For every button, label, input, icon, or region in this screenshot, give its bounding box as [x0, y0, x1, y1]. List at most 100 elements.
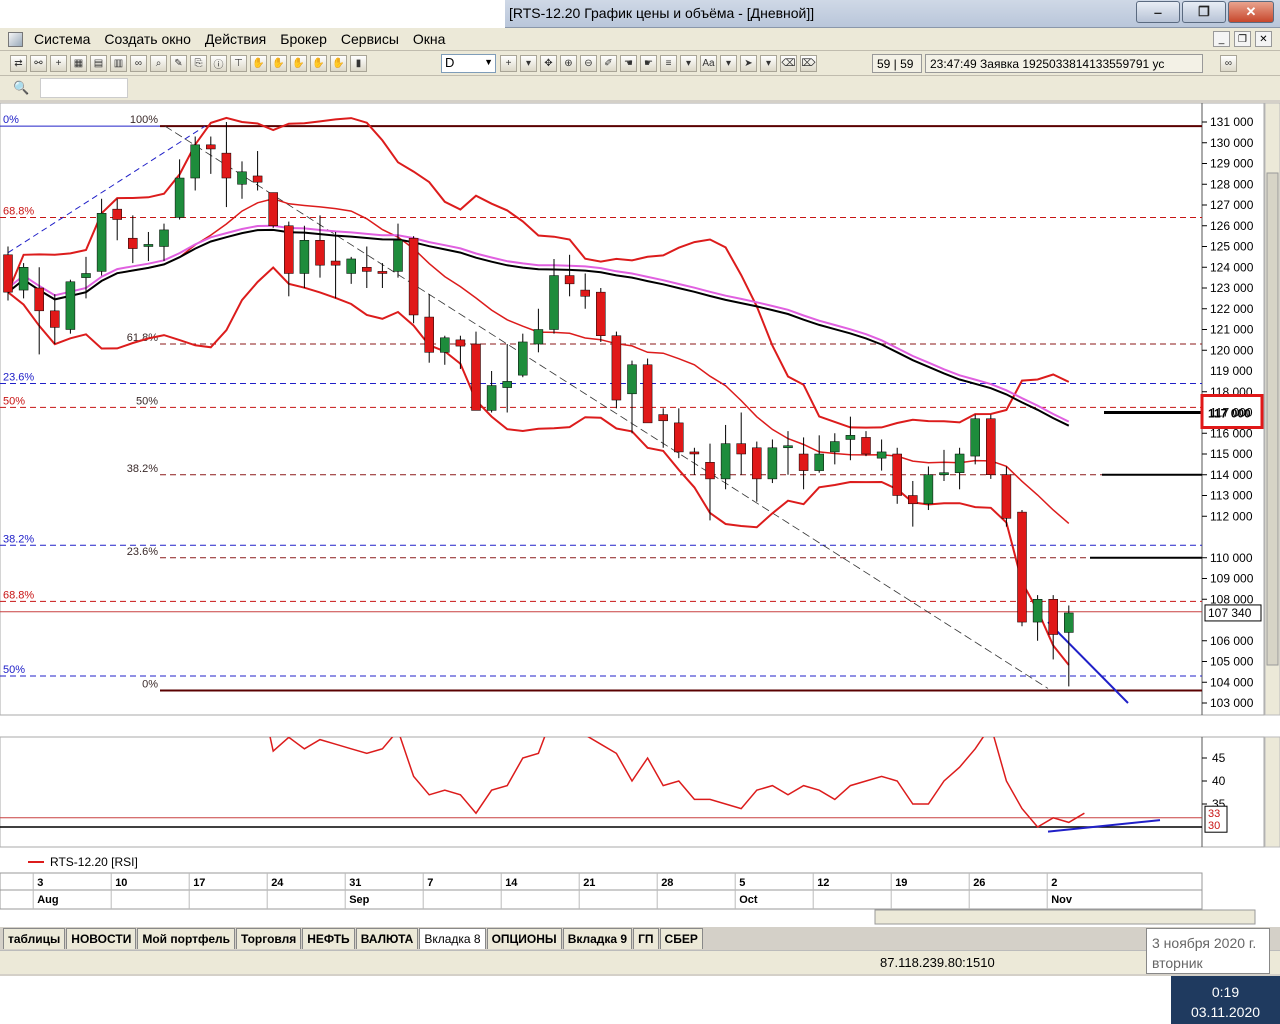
tab-trading[interactable]: Торговля [236, 928, 302, 949]
mdi-controls: _ ❐ ✕ [1213, 31, 1272, 47]
chart-window[interactable]: 131 000 130 000 129 000 128 000 127 000 126 0… [0, 102, 1280, 927]
text-icon[interactable]: Aa [700, 55, 717, 72]
tab-gp[interactable]: ГП [633, 928, 659, 949]
maximize-button[interactable]: ❐ [1182, 1, 1226, 23]
pencil-icon[interactable]: ✐ [600, 55, 617, 72]
tab-9[interactable]: Вкладка 9 [562, 928, 633, 949]
tab-currency[interactable]: ВАЛЮТА [355, 928, 419, 949]
tab-tables[interactable]: таблицы [3, 928, 66, 949]
tab-bar: таблицы НОВОСТИ Мой портфель Торговля НЕ… [0, 928, 1280, 950]
period-select[interactable]: D [441, 54, 496, 73]
taskbar-clock[interactable]: 0:19 03.11.2020 [1171, 976, 1280, 1024]
candle-body [471, 343, 481, 411]
hand5-icon[interactable]: ✋ [330, 55, 347, 72]
quotes-icon[interactable]: ▥ [110, 55, 127, 72]
binoculars-icon[interactable]: ∞ [130, 55, 147, 72]
fib-mid-label: 23.6% [127, 546, 158, 558]
tab-news[interactable]: НОВОСТИ [66, 928, 137, 949]
candle-body [315, 240, 325, 266]
text-dropdown-icon[interactable]: ▾ [720, 55, 737, 72]
chart-type-icon[interactable]: ▮ [350, 55, 367, 72]
chart-svg[interactable]: 131 000 130 000 129 000 128 000 127 000 126 0… [0, 102, 1280, 927]
candle-body [96, 213, 107, 272]
candle-body [892, 453, 902, 496]
tooltip-weekday: вторник [1152, 955, 1203, 971]
arrow-marker-icon[interactable]: ➤ [740, 55, 757, 72]
info-icon[interactable]: ⓘ [210, 55, 227, 72]
arrows-icon[interactable]: ⇄ [10, 55, 27, 72]
grab-icon[interactable]: ☛ [640, 55, 657, 72]
tab-sber[interactable]: СБЕР [659, 928, 703, 949]
rsi-tick-label: 40 [1212, 774, 1226, 788]
candle-body [518, 341, 528, 376]
edit-icon[interactable]: ✎ [170, 55, 187, 72]
zoom-in-icon[interactable]: ⊕ [560, 55, 577, 72]
add-icon[interactable]: + [50, 55, 67, 72]
candle-body [346, 258, 356, 274]
hand-icon[interactable]: ✋ [250, 55, 267, 72]
menu-system[interactable]: Система [34, 31, 90, 47]
arrow-dropdown-icon[interactable]: ▾ [760, 55, 777, 72]
mdi-minimize-button[interactable]: _ [1213, 31, 1230, 47]
mdi-restore-button[interactable]: ❐ [1234, 31, 1251, 47]
menu-windows[interactable]: Окна [413, 31, 446, 47]
tab-options[interactable]: ОПЦИОНЫ [486, 928, 562, 949]
table-icon[interactable]: ▦ [70, 55, 87, 72]
candle-body [845, 435, 856, 440]
candle-body [206, 144, 216, 150]
candle-body [970, 418, 980, 457]
close-button[interactable]: ✕ [1228, 1, 1274, 23]
price-tick-label: 115 000 [1210, 447, 1253, 461]
search-chart-icon[interactable]: ⌕ [150, 55, 167, 72]
orders-icon[interactable]: ▤ [90, 55, 107, 72]
erase-icon[interactable]: ⌫ [780, 55, 797, 72]
hand3-icon[interactable]: ✋ [290, 55, 307, 72]
day-label: 10 [115, 877, 127, 889]
server-address: 87.118.239.80:1510 [880, 955, 995, 970]
title-bar: [RTS-12.20 График цены и объёма - [Дневн… [0, 0, 1280, 28]
dropdown-icon[interactable]: ▾ [520, 55, 537, 72]
tab-oil[interactable]: НЕФТЬ [302, 928, 355, 949]
day-label: 17 [193, 877, 205, 889]
day-label: 7 [427, 877, 433, 889]
menu-create-window[interactable]: Создать окно [104, 31, 191, 47]
lines-dropdown-icon[interactable]: ▾ [680, 55, 697, 72]
hand2-icon[interactable]: ✋ [270, 55, 287, 72]
price-tick-label: 112 000 [1210, 509, 1253, 523]
candle-body [112, 208, 122, 220]
fib-label: 50% [3, 395, 25, 407]
candle-body [299, 240, 310, 274]
search-icon[interactable]: 🔍 [13, 80, 29, 96]
app-icon[interactable] [8, 32, 23, 47]
candle-body [580, 289, 590, 297]
connect-icon[interactable]: ⚯ [30, 55, 47, 72]
menu-services[interactable]: Сервисы [341, 31, 399, 47]
hand4-icon[interactable]: ✋ [310, 55, 327, 72]
tab-8[interactable]: Вкладка 8 [419, 928, 486, 949]
menu-list: Система Создать окно Действия Брокер Сер… [34, 31, 445, 47]
move-icon[interactable]: ✥ [540, 55, 557, 72]
tab-portfolio[interactable]: Мой портфель [137, 928, 236, 949]
day-label: 14 [505, 877, 518, 889]
erase-all-icon[interactable]: ⌦ [800, 55, 817, 72]
pin-icon[interactable]: ⊤ [230, 55, 247, 72]
fib-mid-label: 0% [142, 679, 158, 691]
fib-mid-label: 50% [136, 395, 158, 407]
lines-icon[interactable]: ≡ [660, 55, 677, 72]
candle-body [876, 451, 887, 459]
binoculars-right-icon[interactable]: ∞ [1220, 55, 1237, 72]
bar-counter: 59 | 59 [872, 54, 922, 73]
crosshair-icon[interactable]: + [500, 55, 517, 72]
hand-tool-icon[interactable]: ☚ [620, 55, 637, 72]
menu-actions[interactable]: Действия [205, 31, 266, 47]
copy-icon[interactable]: ⎘ [190, 55, 207, 72]
time-axis: 3 10 17 24 31 7 14 21 28 5 12 19 26 2 Aug Sep Oct Nov [0, 872, 1203, 910]
mdi-close-button[interactable]: ✕ [1255, 31, 1272, 47]
menu-broker[interactable]: Брокер [280, 31, 327, 47]
price-tick-label: 126 000 [1210, 219, 1254, 233]
zoom-out-icon[interactable]: ⊖ [580, 55, 597, 72]
search-input[interactable] [40, 78, 128, 98]
date-tooltip: 3 ноября 2020 г. вторник [1146, 928, 1270, 974]
minimize-button[interactable]: ‒ [1136, 1, 1180, 23]
rsi-scrollbar [1264, 736, 1280, 848]
